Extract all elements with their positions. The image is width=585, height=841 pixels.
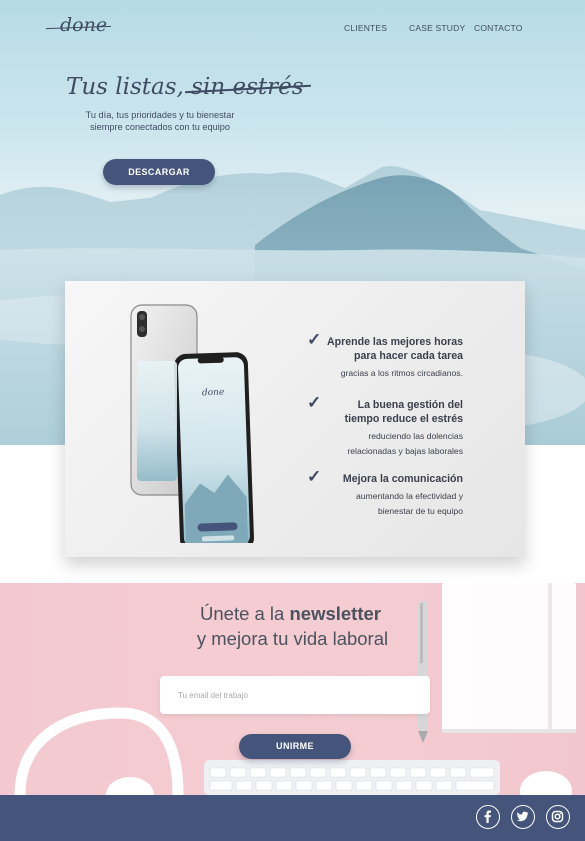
feature-3-desc-line2: bienestar de tu equipo <box>377 506 463 516</box>
newsletter-title-bold: newsletter <box>289 603 381 624</box>
check-icon: ✓ <box>307 330 322 349</box>
feature-2-title-line2: tiempo reduce el estrés <box>344 413 463 425</box>
email-field-container <box>160 676 430 714</box>
feature-item-3: ✓ Mejora la comunicación aumentando la e… <box>293 467 463 518</box>
newsletter-title-line1: Únete a la newsletter <box>0 603 585 625</box>
hero-title-struck: sin estrés <box>191 74 304 100</box>
phone-mockup-image: done <box>130 304 254 543</box>
newsletter-section: Únete a la newsletter y mejora tu vida l… <box>0 583 585 795</box>
feature-1-desc-line1: gracias a los ritmos circadianos. <box>340 368 463 378</box>
join-button[interactable]: UNIRME <box>239 734 351 759</box>
logo[interactable]: done <box>60 14 107 36</box>
nav-case-study[interactable]: CASE STUDY <box>409 23 465 33</box>
hero-subtitle: Tu día, tus prioridades y tu bienestar s… <box>60 109 260 133</box>
hero-title: Tus listas, sin estrés <box>66 74 304 100</box>
feature-2-title-line1: La buena gestión del <box>357 399 463 411</box>
feature-3-desc-line1: aumentando la efectividad y <box>355 491 463 501</box>
nav-clientes[interactable]: CLIENTES <box>344 23 387 33</box>
download-button[interactable]: DESCARGAR <box>103 159 215 185</box>
feature-2-desc-line2: relacionadas y bajas laborales <box>347 446 463 456</box>
feature-2-desc-line1: reduciendo las dolencias <box>368 431 463 441</box>
hero-subtitle-line2: siempre conectados con tu equipo <box>90 122 230 132</box>
email-field[interactable] <box>160 676 428 714</box>
feature-1-title-line2: para hacer cada tarea <box>354 350 463 362</box>
footer <box>0 795 585 841</box>
feature-item-1: ✓ Aprende las mejores horas para hacer c… <box>293 330 463 380</box>
feature-item-2: ✓ La buena gestión del tiempo reduce el … <box>303 393 463 458</box>
hero-subtitle-line1: Tu día, tus prioridades y tu bienestar <box>85 110 235 120</box>
check-icon: ✓ <box>307 467 322 486</box>
facebook-icon[interactable] <box>476 805 500 829</box>
phone-logo: done <box>202 388 225 399</box>
features-card: done ✓ Aprende las mejores horas para ha… <box>65 281 525 557</box>
instagram-icon[interactable] <box>546 805 570 829</box>
newsletter-title-line2: y mejora tu vida laboral <box>196 628 389 649</box>
nav-contacto[interactable]: CONTACTO <box>474 23 523 33</box>
newsletter-title-prefix: Únete a la <box>200 603 285 624</box>
hero-title-plain: Tus listas, <box>66 74 184 100</box>
twitter-icon[interactable] <box>511 805 535 829</box>
check-icon: ✓ <box>307 393 322 412</box>
